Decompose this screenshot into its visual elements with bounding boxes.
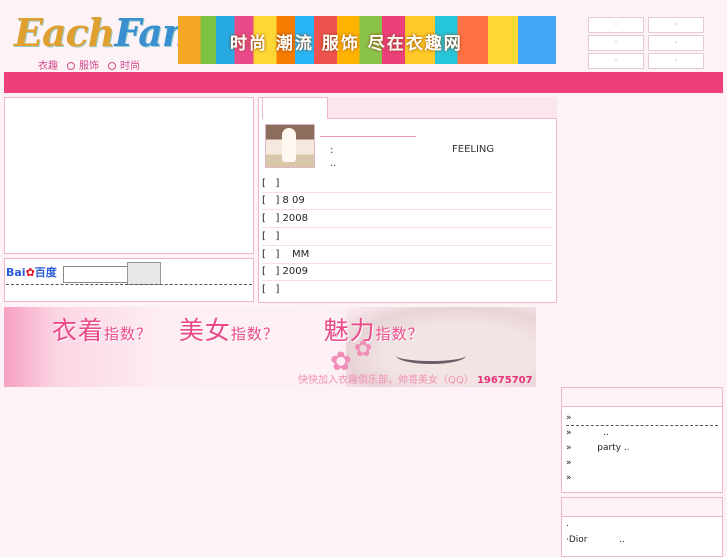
- top-link-5[interactable]: ·: [588, 53, 644, 69]
- promo-subtitle: 快快加入衣趣俱乐部，帅哥美女（QQ） 19675707: [298, 375, 533, 386]
- site-logo[interactable]: EachFan: [14, 10, 190, 56]
- article-panel-header: [328, 97, 557, 119]
- feature-text[interactable]: FEELING: [452, 144, 494, 155]
- tagline-2: 服饰: [79, 61, 99, 72]
- list-item[interactable]: [ ] 2008: [262, 210, 552, 228]
- list-item[interactable]: [ ]: [262, 281, 552, 298]
- right-list-header-2: [562, 498, 722, 517]
- list-item[interactable]: [ ] 2009: [262, 263, 552, 281]
- nav-bar: [4, 72, 723, 93]
- eye-shape: [396, 347, 466, 364]
- list-item[interactable]: [ ]: [262, 228, 552, 246]
- tagline-1: 衣趣: [38, 61, 58, 72]
- right-list-item[interactable]: » ..: [566, 426, 720, 440]
- feature-title-underline: [320, 136, 416, 137]
- tagline-3: 时尚: [120, 61, 140, 72]
- paw-icon: ✿: [25, 266, 35, 279]
- circle-icon: [108, 62, 116, 70]
- left-content-panel: [4, 97, 254, 254]
- feature-colon: :: [330, 145, 334, 156]
- top-link-3[interactable]: ·: [588, 35, 644, 51]
- circle-icon: [67, 62, 75, 70]
- right-list-item[interactable]: »: [566, 411, 720, 425]
- top-link-1[interactable]: ·: [588, 17, 644, 33]
- right-list-item[interactable]: »: [566, 471, 720, 485]
- right-list-item[interactable]: » party ..: [566, 441, 720, 455]
- top-link-6[interactable]: ·: [648, 53, 704, 69]
- right-list-item[interactable]: »: [566, 456, 720, 470]
- baidu-logo: Bai✿百度: [6, 266, 57, 279]
- divider: [6, 284, 252, 285]
- top-link-4[interactable]: ·: [648, 35, 704, 51]
- article-tab[interactable]: [262, 97, 328, 119]
- top-link-2[interactable]: ·: [648, 17, 704, 33]
- search-button[interactable]: [127, 262, 161, 285]
- right-list-header: [562, 388, 722, 407]
- promo-banner[interactable]: 衣着指数？ 美女指数？ 魅力指数？ ✿ ✿ 快快加入衣趣俱乐部，帅哥美女（QQ）…: [4, 307, 536, 387]
- header-banner[interactable]: 时尚 潮流 服饰 尽在衣趣网: [178, 16, 556, 64]
- list-item[interactable]: [ ] MM: [262, 246, 552, 264]
- logo-taglines: 衣趣 服饰 时尚: [38, 57, 144, 72]
- logo-text: EachFan: [14, 10, 190, 55]
- flower-icon: ✿: [354, 337, 373, 362]
- banner-text: 时尚 潮流 服饰 尽在衣趣网: [230, 34, 463, 54]
- search-input[interactable]: [63, 266, 131, 283]
- right-list-item[interactable]: .: [566, 517, 720, 531]
- feature-more: ..: [330, 158, 337, 169]
- person-figure: [282, 128, 296, 162]
- list-item[interactable]: [ ]: [262, 175, 552, 193]
- list-item[interactable]: [ ] 8 09: [262, 192, 552, 210]
